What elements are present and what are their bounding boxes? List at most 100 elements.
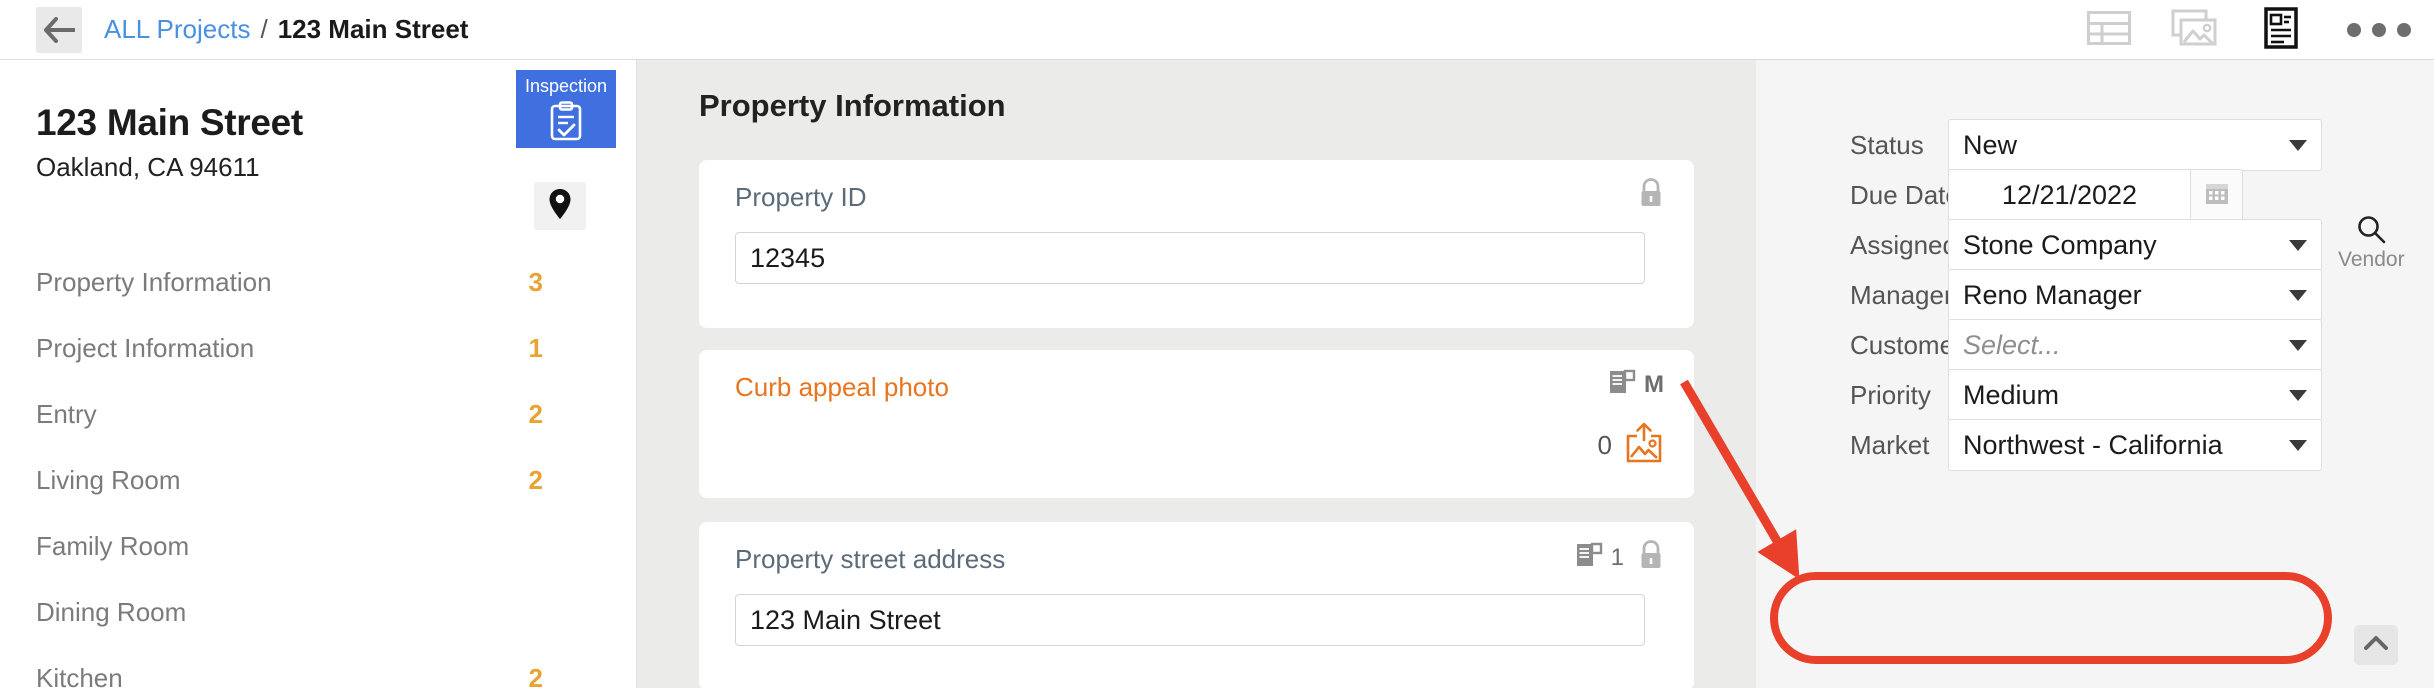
clipboard-check-icon [549, 101, 583, 144]
sidebar-item-entry[interactable]: Entry 2 [0, 397, 637, 431]
field-row-due-date: Due Date 12/21/2022 [1756, 169, 2434, 221]
note-count: 1 [1610, 543, 1624, 571]
chevron-down-icon [2289, 289, 2307, 301]
photos-icon [2171, 9, 2219, 52]
sidebar-item-property-information[interactable]: Property Information 3 [0, 265, 637, 299]
assigned-label: Assigned [1850, 229, 1957, 260]
note-icon[interactable] [1608, 368, 1636, 401]
field-card-tools [1638, 178, 1664, 213]
nav-item-count: 2 [528, 398, 543, 429]
calendar-button[interactable] [2191, 169, 2243, 221]
upload-count: 0 [1597, 430, 1612, 460]
market-select[interactable]: Northwest - California [1948, 419, 2322, 471]
property-street-address-input[interactable] [735, 594, 1645, 646]
nav-item-label: Family Room [36, 530, 190, 561]
form-panel: Property Information Property ID Curb ap… [637, 60, 1756, 688]
breadcrumb-current: 123 Main Street [277, 14, 469, 44]
sidebar-item-family-room[interactable]: Family Room [0, 529, 637, 563]
property-location: Oakland, CA 94611 [36, 152, 260, 182]
chevron-down-icon [2289, 139, 2307, 151]
field-card-tools: M [1608, 368, 1664, 401]
nav-item-label: Living Room [36, 464, 181, 495]
manager-select[interactable]: Reno Manager [1948, 269, 2322, 321]
nav-item-label: Project Information [36, 332, 255, 363]
vendor-search-button[interactable]: Vendor [2338, 216, 2405, 272]
field-row-customer: Customer Select... [1756, 319, 2434, 371]
inspection-badge[interactable]: Inspection [516, 70, 616, 148]
document-view-icon [2264, 6, 2298, 54]
customer-value: Select... [1963, 329, 2061, 360]
app-root: ALL Projects / 123 Main Street 123 Main … [0, 0, 2434, 688]
market-label: Market [1850, 429, 1930, 460]
arrow-left-icon [43, 16, 75, 43]
nav-item-count: 1 [528, 332, 543, 363]
nav-item-count: 3 [528, 266, 543, 297]
sidebar-item-kitchen[interactable]: Kitchen 2 [0, 661, 637, 688]
sidebar-item-project-information[interactable]: Project Information 1 [0, 331, 637, 365]
field-row-assigned: Assigned Stone Company Vendor [1756, 216, 2434, 271]
more-options-button[interactable] [2324, 0, 2434, 60]
back-button[interactable] [36, 6, 82, 53]
field-label: Property street address [735, 544, 1006, 574]
field-label: Property ID [735, 182, 867, 212]
nav-item-label: Kitchen [36, 662, 123, 688]
customer-select[interactable]: Select... [1948, 319, 2322, 371]
document-view-button[interactable] [2238, 0, 2324, 60]
manager-value: Reno Manager [1963, 279, 2142, 310]
breadcrumb-all-projects[interactable]: ALL Projects [104, 14, 250, 45]
status-label: Status [1850, 129, 1924, 160]
due-date-label: Due Date [1850, 179, 1960, 210]
left-sidebar: 123 Main Street Oakland, CA 94611 Inspec… [0, 60, 637, 688]
table-view-button[interactable] [2066, 0, 2152, 60]
vendor-label: Vendor [2338, 248, 2405, 271]
lock-icon[interactable] [1638, 540, 1664, 575]
priority-value: Medium [1963, 379, 2060, 410]
nav-item-label: Entry [36, 398, 97, 429]
chevron-down-icon [2289, 339, 2307, 351]
more-options-icon [2347, 23, 2411, 37]
search-icon [2356, 214, 2386, 250]
details-panel: Status New Due Date 12/21/2022 Assigned … [1756, 60, 2434, 688]
lock-icon[interactable] [1638, 178, 1664, 213]
due-date-value: 12/21/2022 [2001, 179, 2138, 210]
breadcrumb-separator: / [260, 14, 268, 44]
top-bar-actions [2066, 0, 2434, 60]
inspection-badge-label: Inspection [524, 76, 608, 96]
manager-label: Manager [1850, 279, 1953, 310]
photos-button[interactable] [2152, 0, 2238, 60]
field-row-manager: Manager Reno Manager [1756, 269, 2434, 321]
nav-item-count: 2 [528, 464, 543, 495]
status-value: New [1963, 129, 2018, 160]
property-id-input[interactable] [735, 232, 1645, 284]
section-nav-list: Property Information 3 Project Informati… [0, 265, 637, 688]
chevron-up-icon [2364, 635, 2388, 656]
sidebar-item-dining-room[interactable]: Dining Room [0, 595, 637, 629]
priority-label: Priority [1850, 379, 1931, 410]
field-row-priority: Priority Medium [1756, 369, 2434, 421]
sidebar-item-living-room[interactable]: Living Room 2 [0, 463, 637, 497]
top-bar: ALL Projects / 123 Main Street [0, 0, 2434, 60]
priority-select[interactable]: Medium [1948, 369, 2322, 421]
assigned-select[interactable]: Stone Company [1948, 219, 2322, 271]
note-icon[interactable] [1575, 541, 1603, 574]
nav-item-label: Property Information [36, 266, 272, 297]
map-pin-icon [548, 188, 572, 225]
table-view-icon [2087, 10, 2131, 50]
due-date-input[interactable]: 12/21/2022 [1948, 169, 2191, 221]
scroll-to-top-button[interactable] [2354, 625, 2398, 665]
field-card-tools: 1 [1575, 540, 1664, 575]
nav-item-count: 2 [528, 662, 543, 688]
field-row-status: Status New [1756, 119, 2434, 171]
note-count: M [1644, 370, 1664, 398]
assigned-value: Stone Company [1963, 229, 2157, 260]
page-title: 123 Main Street [36, 102, 303, 143]
chevron-down-icon [2289, 439, 2307, 451]
field-row-market: Market Northwest - California [1756, 419, 2434, 471]
nav-item-label: Dining Room [36, 596, 187, 627]
map-pin-button[interactable] [534, 182, 586, 230]
photo-upload-row: 0 [1598, 422, 1664, 469]
image-upload-icon[interactable] [1624, 422, 1664, 469]
field-card-property-street-address: Property street address 1 [699, 522, 1694, 688]
status-select[interactable]: New [1948, 119, 2322, 171]
calendar-icon [2204, 180, 2230, 211]
